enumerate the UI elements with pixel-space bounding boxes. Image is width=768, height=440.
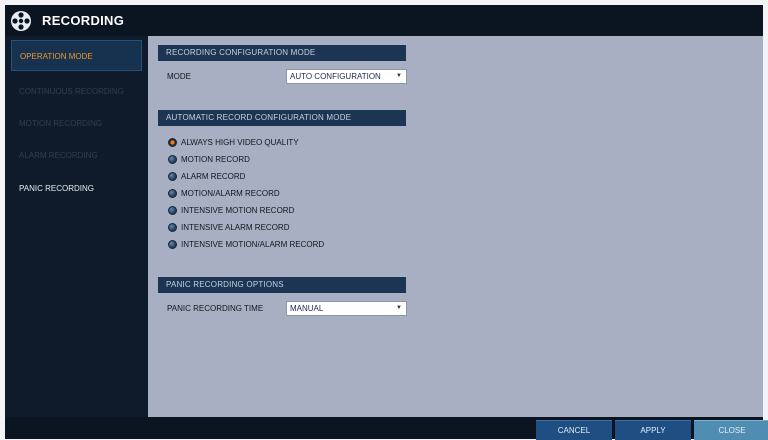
- film-reel-icon: [11, 10, 31, 31]
- chevron-down-icon: ▼: [396, 73, 402, 79]
- radio-alarm-record[interactable]: ALARM RECORD: [168, 169, 245, 183]
- content-panel: RECORDING CONFIGURATION MODE MODE AUTO C…: [148, 36, 763, 417]
- radio-intensive-motion-alarm-record[interactable]: INTENSIVE MOTION/ALARM RECORD: [168, 237, 324, 251]
- radio-always-high-video-quality[interactable]: ALWAYS HIGH VIDEO QUALITY: [168, 135, 299, 149]
- section-header-panic: PANIC RECORDING OPTIONS: [158, 277, 406, 293]
- sidebar-item-continuous-recording: CONTINUOUS RECORDING: [19, 87, 124, 96]
- radio-label: MOTION/ALARM RECORD: [181, 188, 280, 198]
- mode-label: MODE: [167, 72, 191, 81]
- radio-motion-record[interactable]: MOTION RECORD: [168, 152, 250, 166]
- close-button[interactable]: CLOSE: [694, 420, 768, 440]
- sidebar: OPERATION MODE CONTINUOUS RECORDING MOTI…: [5, 36, 148, 417]
- radio-label: INTENSIVE MOTION/ALARM RECORD: [181, 239, 325, 249]
- bottom-bar: CANCEL APPLY CLOSE: [5, 417, 768, 440]
- window-title: RECORDING: [42, 13, 125, 28]
- panic-recording-time-dropdown[interactable]: MANUAL ▼: [286, 301, 407, 316]
- radio-intensive-motion-record[interactable]: INTENSIVE MOTION RECORD: [168, 203, 294, 217]
- radio-motion-alarm-record[interactable]: MOTION/ALARM RECORD: [168, 186, 280, 200]
- mode-dropdown-value: AUTO CONFIGURATION: [290, 72, 381, 81]
- radio-selected-icon: [168, 137, 177, 147]
- chevron-down-icon: ▼: [396, 305, 402, 311]
- radio-unselected-icon: [168, 205, 177, 215]
- radio-label: ALARM RECORD: [181, 171, 246, 181]
- recording-window: RECORDING OPERATION MODE CONTINUOUS RECO…: [5, 5, 768, 440]
- mode-dropdown[interactable]: AUTO CONFIGURATION ▼: [286, 69, 407, 84]
- radio-label: ALWAYS HIGH VIDEO QUALITY: [181, 137, 299, 147]
- radio-unselected-icon: [168, 239, 177, 249]
- radio-unselected-icon: [168, 222, 177, 232]
- apply-button[interactable]: APPLY: [615, 420, 691, 440]
- radio-intensive-alarm-record[interactable]: INTENSIVE ALARM RECORD: [168, 220, 289, 234]
- section-header-auto-record: AUTOMATIC RECORD CONFIGURATION MODE: [158, 110, 406, 126]
- radio-unselected-icon: [168, 188, 177, 198]
- radio-unselected-icon: [168, 154, 177, 164]
- sidebar-item-panic-recording[interactable]: PANIC RECORDING: [5, 173, 148, 205]
- radio-label: INTENSIVE ALARM RECORD: [181, 222, 290, 232]
- panic-recording-time-label: PANIC RECORDING TIME: [167, 304, 264, 313]
- panic-recording-time-value: MANUAL: [290, 304, 324, 313]
- sidebar-item-operation-mode[interactable]: OPERATION MODE: [11, 40, 142, 71]
- radio-label: MOTION RECORD: [181, 154, 250, 164]
- cancel-button[interactable]: CANCEL: [536, 420, 612, 440]
- title-bar: RECORDING: [5, 5, 763, 36]
- sidebar-item-motion-recording: MOTION RECORDING: [19, 119, 103, 128]
- sidebar-item-alarm-recording: ALARM RECORDING: [19, 151, 98, 160]
- radio-label: INTENSIVE MOTION RECORD: [181, 205, 295, 215]
- radio-unselected-icon: [168, 171, 177, 181]
- section-header-config-mode: RECORDING CONFIGURATION MODE: [158, 45, 406, 61]
